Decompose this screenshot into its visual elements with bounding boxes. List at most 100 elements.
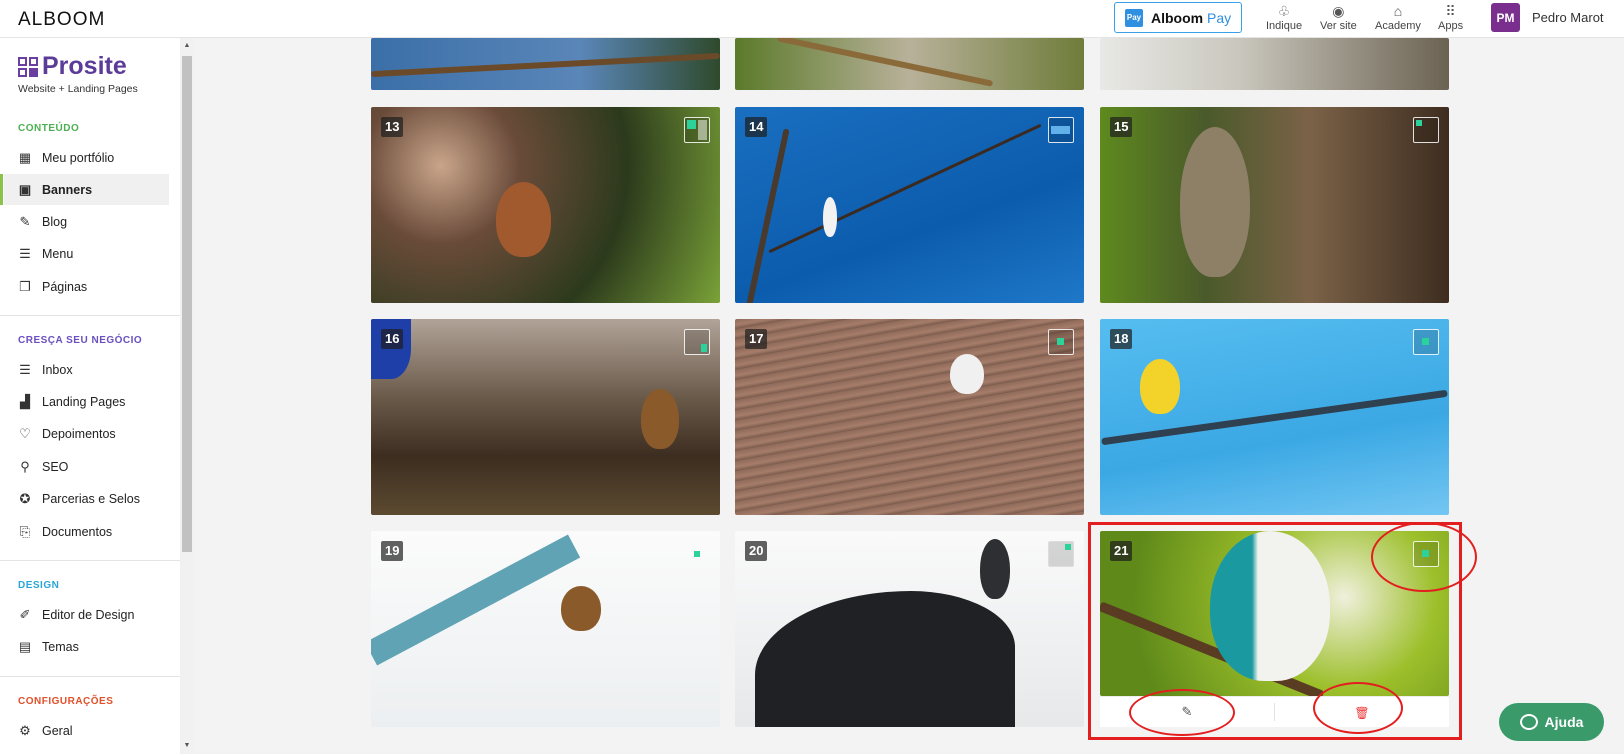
sidebar-item-label: Landing Pages: [42, 394, 126, 409]
bird-image: [496, 182, 551, 257]
banner-number: 15: [1110, 117, 1133, 137]
scroll-up-arrow-icon[interactable]: ▲: [182, 42, 192, 49]
topnav-label: Ver site: [1320, 20, 1357, 32]
sidebar-item-documentos[interactable]: ⎘ Documentos: [4, 516, 169, 547]
topnav-ver-site[interactable]: ◉ Ver site: [1320, 3, 1357, 32]
banner-tile[interactable]: 19: [371, 531, 720, 727]
banner-tile[interactable]: 13: [371, 107, 720, 303]
sidebar-item-label: Meu portfólio: [42, 150, 115, 165]
prosite-logo-icon: [18, 56, 38, 77]
themes-icon: ▤: [18, 638, 32, 654]
sidebar-item-label: Inbox: [42, 362, 73, 377]
section-title-cresca: CRESÇA SEU NEGÓCIO: [18, 335, 143, 346]
alboom-pay-button[interactable]: Pay Alboom Pay: [1114, 2, 1242, 33]
pages-icon: ❐: [19, 278, 31, 294]
banner-number: 18: [1110, 329, 1133, 349]
user-name[interactable]: Pedro Marot: [1532, 10, 1604, 25]
chat-bubble-icon: [1519, 714, 1538, 730]
sidebar-item-label: Blog: [42, 214, 68, 229]
eye-icon: ◉: [1332, 3, 1345, 19]
bird-image: [950, 354, 984, 394]
topnav-label: Apps: [1438, 20, 1464, 32]
banner-tile-partial[interactable]: [735, 38, 1084, 90]
topnav-label: Indique: [1266, 20, 1303, 32]
seo-icon: ⚲: [20, 458, 30, 474]
sidebar-item-seo[interactable]: ⚲ SEO: [4, 451, 169, 482]
section-title-conteudo: CONTEÚDO: [18, 123, 80, 134]
sidebar-item-landing-pages[interactable]: ▟ Landing Pages: [4, 386, 169, 417]
sidebar-item-depoimentos[interactable]: ♡ Depoimentos: [4, 418, 169, 449]
brand-name: Prosite: [42, 52, 127, 80]
settings-icon: ⚙: [19, 722, 31, 738]
bird-image: [641, 389, 679, 449]
chart-icon: ▟: [20, 393, 30, 409]
sidebar-item-paginas[interactable]: ❐ Páginas: [4, 271, 169, 302]
banner-tile[interactable]: 16: [371, 319, 720, 515]
vulture-image: [755, 591, 1015, 727]
sidebar-item-label: Editor de Design: [42, 607, 135, 622]
banner-tile[interactable]: 14: [735, 107, 1084, 303]
highlight-ring: [1129, 689, 1235, 736]
alboom-logo[interactable]: ALBOOM: [18, 9, 105, 31]
sidebar-item-label: Páginas: [42, 279, 88, 294]
brush-icon: ✐: [19, 606, 31, 622]
prosite-brand: Prosite Website + Landing Pages: [18, 52, 138, 95]
banner-tile[interactable]: 18: [1100, 319, 1449, 515]
topnav-label: Academy: [1375, 20, 1421, 32]
layout-center-icon[interactable]: [1048, 329, 1074, 355]
banner-number: 14: [745, 117, 768, 137]
banner-tile[interactable]: 20: [735, 531, 1084, 727]
sidebar-item-banners[interactable]: ▣ Banners: [0, 174, 169, 205]
grid-icon: ⠿: [1445, 3, 1456, 19]
sidebar-item-menu[interactable]: ☰ Menu: [4, 238, 169, 269]
sidebar-item-blog[interactable]: ✎ Blog: [4, 206, 169, 237]
topnav-indique[interactable]: ♧ Indique: [1266, 3, 1302, 32]
blog-icon: ✎: [19, 213, 31, 229]
banner-tile-partial[interactable]: [1100, 38, 1449, 90]
avatar[interactable]: PM: [1491, 3, 1520, 32]
layout-columns-icon[interactable]: [1413, 117, 1439, 143]
sidebar-item-inbox[interactable]: ☰ Inbox: [4, 354, 169, 385]
gift-icon: ♧: [1277, 3, 1291, 19]
scroll-down-arrow-icon[interactable]: ▼: [182, 742, 192, 749]
sidebar-item-geral[interactable]: ⚙ Geral: [4, 715, 169, 746]
sidebar-item-label: Banners: [42, 182, 93, 197]
sidebar-item-label: Depoimentos: [42, 426, 116, 441]
sidebar-item-label: Geral: [42, 723, 73, 738]
sidebar-item-meu-portfolio[interactable]: ▦ Meu portfólio: [4, 142, 169, 173]
help-button[interactable]: Ajuda: [1499, 703, 1604, 741]
sidebar-scrollbar-thumb[interactable]: [182, 56, 192, 552]
sidebar-item-editor-de-design[interactable]: ✐ Editor de Design: [4, 599, 169, 630]
bird-image: [1180, 127, 1250, 277]
help-label: Ajuda: [1544, 714, 1584, 730]
banner-number: 17: [745, 329, 768, 349]
sidebar-item-label: Documentos: [42, 524, 113, 539]
topnav-academy[interactable]: ⌂ Academy: [1375, 3, 1421, 32]
sidebar-item-temas[interactable]: ▤ Temas: [4, 631, 169, 662]
sidebar-item-label: Menu: [42, 246, 74, 261]
section-title-configuracoes: CONFIGURAÇÕES: [18, 696, 114, 707]
sidebar-item-label: Temas: [42, 639, 79, 654]
layout-corner-icon[interactable]: [1048, 541, 1074, 567]
banner-tile-partial[interactable]: [371, 38, 720, 90]
image-icon: ▣: [18, 181, 32, 197]
document-icon: ⎘: [19, 523, 31, 539]
sidebar-item-label: Parcerias e Selos: [42, 491, 140, 506]
highlight-ring: [1313, 682, 1403, 734]
bird-image: [823, 197, 837, 237]
bird-image: [1140, 359, 1180, 414]
layout-fullwidth-icon[interactable]: [1048, 117, 1074, 143]
banner-tile[interactable]: 17: [735, 319, 1084, 515]
layout-center-icon[interactable]: [1413, 329, 1439, 355]
layout-center-icon[interactable]: [684, 541, 710, 567]
banner-number: 16: [381, 329, 404, 349]
badge-icon: ✪: [19, 490, 31, 506]
section-title-design: DESIGN: [18, 580, 60, 591]
topnav-apps[interactable]: ⠿ Apps: [1438, 3, 1463, 32]
layout-grid-icon[interactable]: [684, 117, 710, 143]
sidebar-item-parcerias[interactable]: ✪ Parcerias e Selos: [4, 483, 169, 514]
banner-tile[interactable]: 15: [1100, 107, 1449, 303]
sidebar: Prosite Website + Landing Pages CONTEÚDO…: [0, 38, 180, 754]
portfolio-icon: ▦: [18, 149, 32, 165]
layout-split-icon[interactable]: [684, 329, 710, 355]
